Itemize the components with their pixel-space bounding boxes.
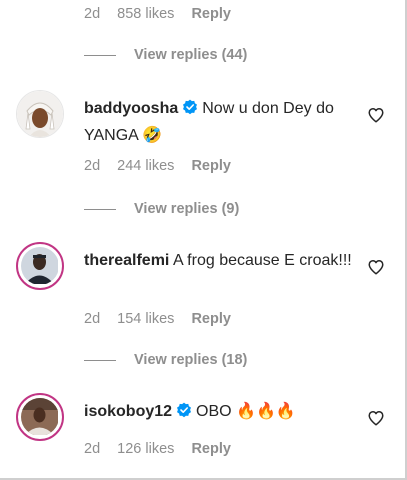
verified-badge-icon [176, 401, 192, 426]
fire-emoji-icon: 🔥🔥🔥 [236, 403, 296, 420]
reply-button[interactable]: Reply [191, 441, 231, 457]
heart-outline-icon[interactable] [367, 106, 385, 124]
view-replies-button[interactable]: View replies (44) [84, 47, 247, 63]
heart-outline-icon[interactable] [367, 409, 385, 427]
comment-meta: 2d 858 likes Reply [84, 6, 244, 22]
comment-text: isokoboy12 OBO 🔥🔥🔥 [84, 399, 354, 426]
comment-likes[interactable]: 154 likes [117, 311, 174, 327]
view-replies-line [84, 359, 116, 361]
view-replies-label: View replies (44) [134, 47, 248, 63]
comment-likes[interactable]: 858 likes [117, 6, 174, 22]
avatar[interactable] [16, 90, 64, 138]
avatar-image [21, 247, 59, 285]
comment-meta: 2d 126 likes Reply [84, 441, 244, 457]
view-replies-line [84, 54, 116, 56]
comment-time: 2d [84, 6, 101, 22]
reply-button[interactable]: Reply [191, 158, 231, 174]
comment-meta: 2d 154 likes Reply [84, 311, 244, 327]
verified-badge-icon [182, 98, 198, 123]
avatar[interactable] [16, 393, 64, 441]
avatar-image [17, 91, 63, 137]
avatar[interactable] [16, 242, 64, 290]
comment-time: 2d [84, 441, 101, 457]
reply-button[interactable]: Reply [191, 6, 231, 22]
view-replies-line [84, 208, 116, 210]
laughing-emoji-icon: 🤣 [142, 127, 163, 144]
comment-likes[interactable]: 244 likes [117, 158, 174, 174]
comment-likes[interactable]: 126 likes [117, 441, 174, 457]
comment-time: 2d [84, 311, 101, 327]
comment-meta: 2d 244 likes Reply [84, 158, 244, 174]
heart-outline-icon[interactable] [367, 258, 385, 276]
avatar-image [21, 398, 59, 436]
comment-time: 2d [84, 158, 101, 174]
comments-panel: 2d 858 likes Reply View replies (44) bad… [0, 0, 407, 480]
view-replies-button[interactable]: View replies (18) [84, 352, 247, 368]
comment-username[interactable]: therealfemi [84, 252, 169, 269]
comment-body: OBO [196, 403, 232, 420]
reply-button[interactable]: Reply [191, 311, 231, 327]
view-replies-button[interactable]: View replies (9) [84, 201, 239, 217]
comment-body: A frog because E croak!!! [172, 252, 352, 269]
comment-username[interactable]: baddyoosha [84, 100, 178, 117]
comment-text: baddyoosha Now u don Dey do YANGA 🤣 [84, 96, 354, 148]
view-replies-label: View replies (18) [134, 352, 248, 368]
comment-text: therealfemi A frog because E croak!!! [84, 248, 354, 273]
comment-username[interactable]: isokoboy12 [84, 403, 172, 420]
view-replies-label: View replies (9) [134, 201, 240, 217]
